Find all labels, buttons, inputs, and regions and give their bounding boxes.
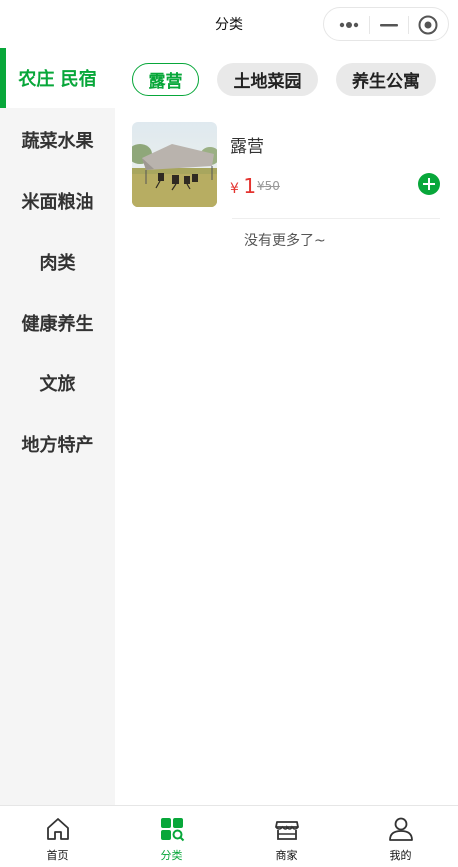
tabbar-item-category[interactable]: 分类 <box>114 806 229 867</box>
mini-program-capsule <box>323 7 449 41</box>
tabbar-label-category: 分类 <box>160 849 183 862</box>
bottom-tabbar: 首页 分类 商家 我的 <box>0 805 458 866</box>
tabbar-item-home[interactable]: 首页 <box>0 806 115 867</box>
nav-header: 分类 <box>0 0 458 48</box>
product-name[interactable]: 露营 <box>230 132 264 157</box>
tabbar-label-mine: 我的 <box>389 849 412 862</box>
home-icon <box>47 818 69 840</box>
sidebar-item-travel[interactable]: 文旅 <box>0 353 115 413</box>
more-icon[interactable] <box>336 16 376 34</box>
sidebar-item-farm-homestay[interactable]: 农庄 民宿 <box>0 48 115 108</box>
minimize-icon[interactable] <box>378 16 400 34</box>
no-more-text: 没有更多了~ <box>244 233 326 249</box>
original-price: ¥50 <box>257 179 280 193</box>
user-icon <box>389 817 413 841</box>
add-to-cart-button[interactable] <box>418 173 440 195</box>
tab-wellness-apartment[interactable]: 养生公寓 <box>336 63 436 96</box>
tab-camping[interactable]: 露营 <box>132 63 199 96</box>
store-icon <box>275 821 299 840</box>
product-price: ¥ 1 <box>230 174 256 198</box>
sidebar-item-local-specialty[interactable]: 地方特产 <box>0 414 115 474</box>
tabbar-item-mine[interactable]: 我的 <box>343 806 458 867</box>
capsule-divider <box>369 16 370 34</box>
sidebar-item-grain-oil[interactable]: 米面粮油 <box>0 171 115 231</box>
tab-land-garden[interactable]: 土地菜园 <box>217 63 318 96</box>
tabbar-item-merchant[interactable]: 商家 <box>229 806 344 867</box>
sidebar-item-vegetables-fruits[interactable]: 蔬菜水果 <box>0 110 115 170</box>
product-image[interactable] <box>132 122 217 207</box>
sidebar-item-health[interactable]: 健康养生 <box>0 293 115 353</box>
sidebar-item-meat[interactable]: 肉类 <box>0 232 115 292</box>
capsule-divider <box>408 16 409 34</box>
tabbar-label-merchant: 商家 <box>275 849 298 862</box>
close-icon[interactable] <box>417 14 439 36</box>
price-value: 1 <box>243 174 257 198</box>
tabbar-label-home: 首页 <box>46 849 69 862</box>
currency-symbol: ¥ <box>230 181 239 197</box>
camping-tent-image <box>132 122 217 207</box>
list-divider <box>232 218 440 219</box>
category-sidebar: 农庄 民宿 蔬菜水果 米面粮油 肉类 健康养生 文旅 地方特产 <box>0 48 115 805</box>
category-icon <box>161 818 185 842</box>
